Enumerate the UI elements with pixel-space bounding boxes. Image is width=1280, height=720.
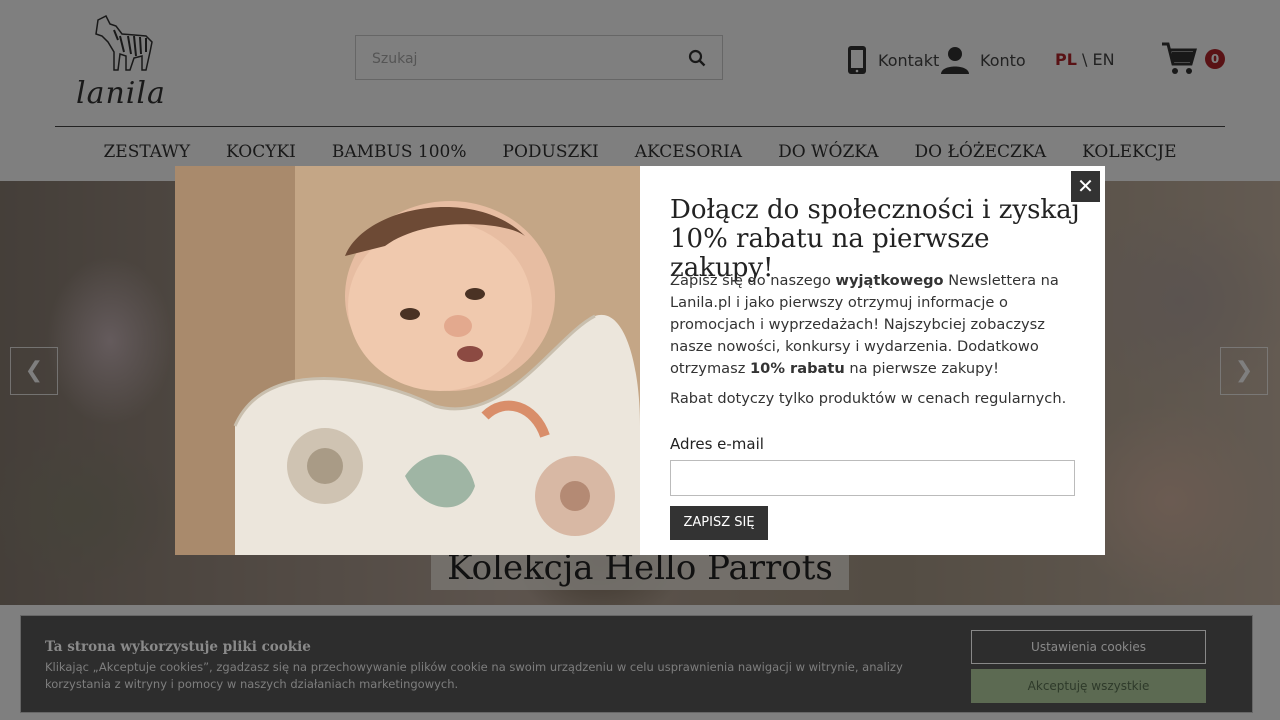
modal-description: Zapisz się do naszego wyjątkowego Newsle… — [670, 272, 1059, 377]
email-label: Adres e-mail — [670, 435, 764, 453]
subscribe-button[interactable]: ZAPISZ SIĘ — [670, 506, 768, 540]
close-icon[interactable]: ✕ — [1071, 171, 1100, 202]
cookie-banner: Ta strona wykorzystuje pliki cookie Klik… — [20, 615, 1253, 713]
cookie-accept-all-button[interactable]: Akceptuję wszystkie — [971, 669, 1206, 703]
cookie-title: Ta strona wykorzystuje pliki cookie — [45, 639, 311, 655]
modal-note: Rabat dotyczy tylko produktów w cenach r… — [670, 390, 1067, 407]
baby-photo — [175, 166, 640, 555]
email-field[interactable] — [670, 460, 1075, 496]
cookie-text: Klikając „Akceptuje cookies”, zgadzasz s… — [45, 660, 903, 691]
newsletter-modal: Dołącz do społeczności i zyskaj 10% raba… — [175, 166, 1105, 555]
cookie-settings-button[interactable]: Ustawienia cookies — [971, 630, 1206, 664]
